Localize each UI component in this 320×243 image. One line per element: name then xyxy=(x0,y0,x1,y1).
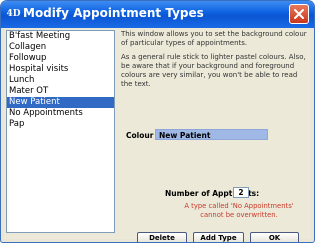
list-item[interactable]: Followup xyxy=(7,53,114,64)
title-bar[interactable]: 4D Modify Appointment Types xyxy=(1,1,314,28)
appt-slots-input[interactable]: 2 xyxy=(233,187,249,198)
list-item[interactable]: Mater OT xyxy=(7,86,114,97)
list-item[interactable]: B'fast Meeting xyxy=(7,31,114,42)
modify-appointment-types-window: 4D Modify Appointment Types B'fast Meeti… xyxy=(0,0,315,243)
list-item[interactable]: Lunch xyxy=(7,75,114,86)
add-type-button[interactable]: Add Type xyxy=(193,232,244,242)
warning-message: A type called 'No Appointments' cannot b… xyxy=(184,202,294,219)
window-title: Modify Appointment Types xyxy=(23,6,204,20)
close-icon xyxy=(294,9,304,19)
list-item[interactable]: Hospital visits xyxy=(7,64,114,75)
appointment-type-list[interactable]: B'fast Meeting Collagen Followup Hospital v… xyxy=(6,30,115,233)
colour-label: Colour xyxy=(126,131,154,140)
info-text: This window allows you to set the backgr… xyxy=(121,30,307,94)
info-paragraph: This window allows you to set the backgr… xyxy=(121,30,307,47)
info-paragraph: As a general rule stick to lighter paste… xyxy=(121,53,306,88)
list-item[interactable]: Collagen xyxy=(7,42,114,53)
ok-button[interactable]: OK xyxy=(250,232,299,242)
list-item[interactable]: Pap xyxy=(7,119,114,130)
dialog-body: B'fast Meeting Collagen Followup Hospital v… xyxy=(4,28,311,242)
list-item[interactable]: No Appointments xyxy=(7,108,114,119)
colour-swatch-field[interactable]: New Patient xyxy=(155,129,268,140)
delete-button[interactable]: Delete xyxy=(137,232,187,242)
list-item[interactable]: New Patient xyxy=(7,97,114,108)
close-button[interactable] xyxy=(289,4,309,24)
app-icon: 4D xyxy=(6,9,21,19)
